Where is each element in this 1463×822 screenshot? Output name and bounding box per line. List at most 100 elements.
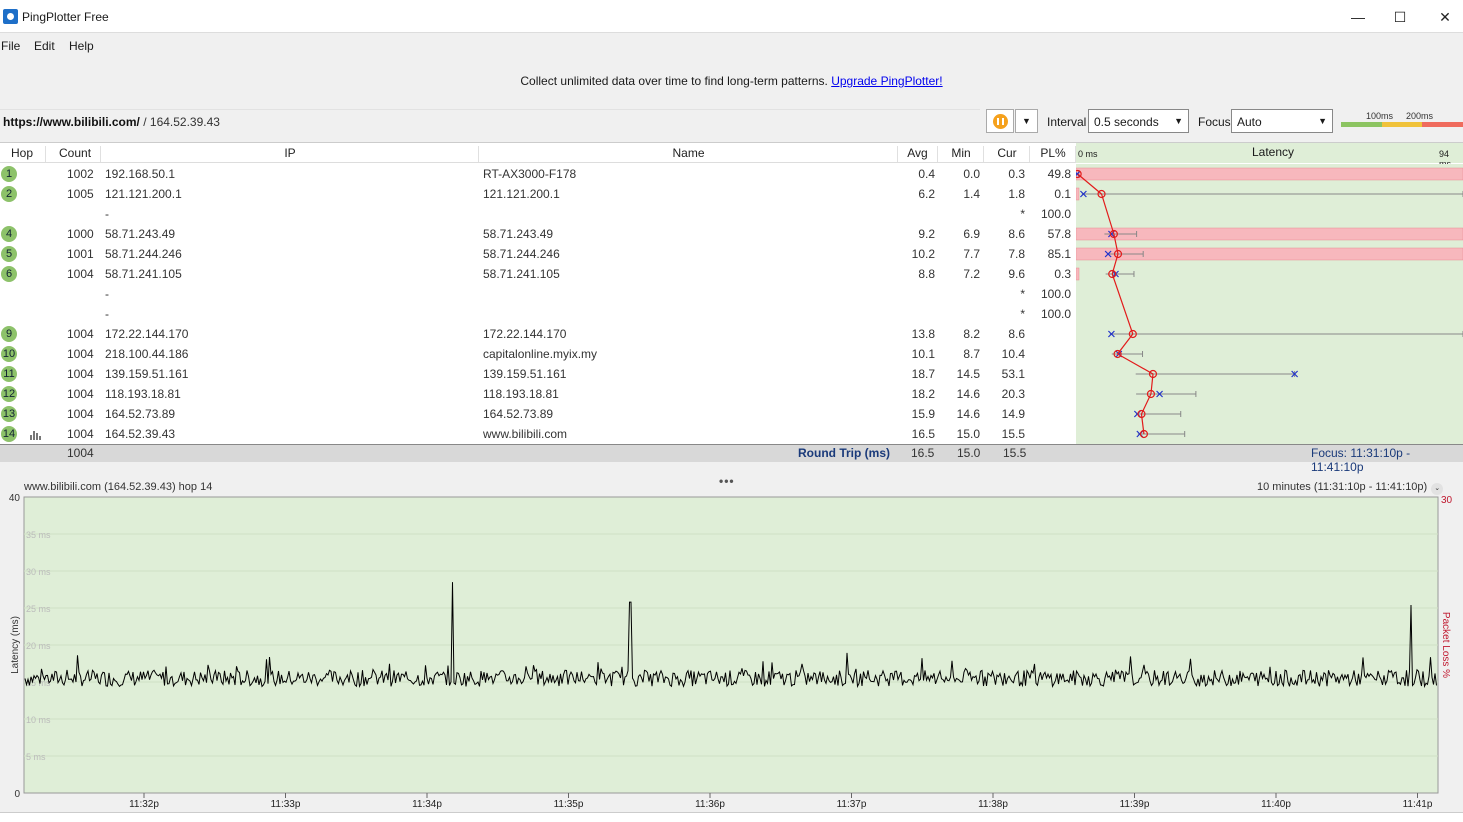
hop-row[interactable]: 4 1000 58.71.243.49 58.71.243.49 9.2 6.9 8.6 57…	[0, 224, 1076, 244]
pause-button[interactable]	[986, 109, 1014, 133]
hop-cur: 7.8	[1008, 247, 1025, 261]
title-bar: PingPlotter Free — ☐ ✕	[0, 0, 1463, 33]
focus-value: Auto	[1237, 115, 1262, 129]
target-input[interactable]: https://www.bilibili.com/ / 164.52.39.43	[0, 109, 980, 133]
col-pl[interactable]: PL%	[1031, 146, 1076, 162]
hop-name: 58.71.243.49	[483, 227, 554, 241]
menu-help[interactable]: Help	[69, 39, 94, 53]
chevron-down-icon: ▼	[1022, 116, 1031, 126]
hop-min: 14.6	[956, 387, 980, 401]
hop-ip: -	[105, 307, 109, 321]
bar-chart-icon[interactable]	[30, 430, 41, 440]
close-button[interactable]: ✕	[1423, 3, 1463, 31]
hop-avg: 13.8	[911, 327, 935, 341]
summary-focus-range: Focus: 11:31:10p - 11:41:10p	[1311, 446, 1411, 474]
hop-row[interactable]: - * 100.0	[0, 204, 1076, 224]
hop-number-badge: 6	[1, 266, 17, 282]
hop-pl: 0.3	[1054, 267, 1071, 281]
x-tick-label: 11:33p	[271, 799, 301, 810]
chevron-down-icon: ▼	[1318, 116, 1327, 126]
hop-ip: -	[105, 207, 109, 221]
hop-cur: 10.4	[1001, 347, 1025, 361]
hop-number-badge: 11	[1, 366, 17, 382]
hop-row[interactable]: 6 1004 58.71.241.105 58.71.241.105 8.8 7.2 9.6…	[0, 264, 1076, 284]
col-count[interactable]: Count	[47, 146, 101, 162]
hop-name: 172.22.144.170	[483, 327, 567, 341]
hop-ip: 192.168.50.1	[105, 167, 176, 181]
hop-min: 7.2	[963, 267, 980, 281]
taskbar-strip	[0, 812, 1463, 822]
window-title: PingPlotter Free	[22, 10, 109, 24]
x-tick-label: 11:32p	[129, 799, 159, 810]
hop-row[interactable]: 5 1001 58.71.244.246 58.71.244.246 10.2 7.7 7.…	[0, 244, 1076, 264]
hop-ip: 118.193.18.81	[105, 387, 181, 401]
hop-number-badge: 5	[1, 246, 17, 262]
hop-row[interactable]: 11 1004 139.159.51.161 139.159.51.161 18.7 14…	[0, 364, 1076, 384]
summary-min: 15.0	[957, 446, 981, 460]
hop-avg: 10.1	[911, 347, 935, 361]
hop-row[interactable]: - * 100.0	[0, 284, 1076, 304]
menu-edit[interactable]: Edit	[34, 39, 55, 53]
legend-green	[1341, 122, 1382, 127]
hop-cur: 20.3	[1001, 387, 1025, 401]
hop-name: 118.193.18.81	[483, 387, 559, 401]
hop-avg: 10.2	[911, 247, 935, 261]
pingplotter-logo-icon	[3, 9, 18, 24]
col-latency[interactable]: 0 ms Latency 94 ms	[1076, 143, 1463, 169]
menu-file[interactable]: File	[1, 39, 20, 53]
hop-cur: 0.3	[1008, 167, 1025, 181]
hop-count: 1004	[67, 347, 94, 361]
hop-row[interactable]: 2 1005 121.121.200.1 121.121.200.1 6.2 1.4 1.8…	[0, 184, 1076, 204]
hop-row[interactable]: - * 100.0	[0, 304, 1076, 324]
hop-count: 1000	[67, 227, 94, 241]
upgrade-link[interactable]: Upgrade PingPlotter!	[831, 74, 942, 88]
interval-select[interactable]: 0.5 seconds ▼	[1088, 109, 1189, 133]
hop-count: 1002	[67, 167, 94, 181]
hop-avg: 9.2	[918, 227, 935, 241]
focus-select[interactable]: Auto ▼	[1231, 109, 1333, 133]
pane-splitter-handle[interactable]: •••	[719, 474, 735, 488]
scale-label-100ms: 100ms	[1366, 111, 1394, 121]
minimize-button[interactable]: —	[1336, 3, 1380, 31]
summary-cur: 15.5	[1003, 446, 1027, 460]
hop-row[interactable]: 12 1004 118.193.18.81 118.193.18.81 18.2 14.6…	[0, 384, 1076, 404]
hop-row[interactable]: 1 1002 192.168.50.1 RT-AX3000-F178 0.4 0.0 0.3…	[0, 164, 1076, 184]
x-tick-label: 11:35p	[554, 799, 584, 810]
x-tick-label: 11:38p	[978, 799, 1008, 810]
hop-row[interactable]: 10 1004 218.100.44.186 capitalonline.myix.m…	[0, 344, 1076, 364]
latency-graph-panel	[1073, 164, 1463, 445]
col-hop[interactable]: Hop	[0, 146, 46, 162]
latency-graph	[1073, 167, 1463, 439]
packet-loss-bar	[1075, 267, 1080, 281]
hop-cur: 8.6	[1008, 227, 1025, 241]
hop-ip: 58.71.244.246	[105, 247, 182, 261]
pause-dropdown-button[interactable]: ▼	[1015, 109, 1038, 133]
hop-row[interactable]: 13 1004 164.52.73.89 164.52.73.89 15.9 14.6 14…	[0, 404, 1076, 424]
y-tick-label: 25 ms	[26, 604, 51, 614]
hop-ip: 164.52.73.89	[105, 407, 176, 421]
hop-ip: -	[105, 287, 109, 301]
y2-max-label: 30	[1441, 495, 1453, 506]
x-tick-label: 11:40p	[1261, 799, 1291, 810]
interval-value: 0.5 seconds	[1094, 115, 1159, 129]
hop-name: 58.71.244.246	[483, 247, 560, 261]
x-tick-label: 11:34p	[412, 799, 442, 810]
hop-cur: 8.6	[1008, 327, 1025, 341]
col-name[interactable]: Name	[480, 146, 898, 162]
col-ip[interactable]: IP	[102, 146, 479, 162]
maximize-button[interactable]: ☐	[1378, 3, 1422, 31]
hop-row[interactable]: 9 1004 172.22.144.170 172.22.144.170 13.8 8.2…	[0, 324, 1076, 344]
y-tick-label: 20 ms	[26, 641, 51, 651]
col-cur[interactable]: Cur	[985, 146, 1030, 162]
hop-ip: 58.71.243.49	[105, 227, 176, 241]
hop-pl: 49.8	[1047, 167, 1071, 181]
col-avg[interactable]: Avg	[898, 146, 938, 162]
target-bar: https://www.bilibili.com/ / 164.52.39.43…	[0, 108, 1463, 134]
hop-row[interactable]: 14 1004 164.52.39.43 www.bilibili.com 16.5 15…	[0, 424, 1076, 444]
timeline-chart: 4035 ms30 ms25 ms20 ms15 ms10 ms5 ms0Lat…	[9, 493, 1453, 810]
hop-number-badge: 4	[1, 226, 17, 242]
hop-cur: 53.1	[1001, 367, 1025, 381]
hop-count: 1004	[67, 407, 94, 421]
col-min[interactable]: Min	[939, 146, 984, 162]
hop-name: capitalonline.myix.my	[483, 347, 598, 361]
